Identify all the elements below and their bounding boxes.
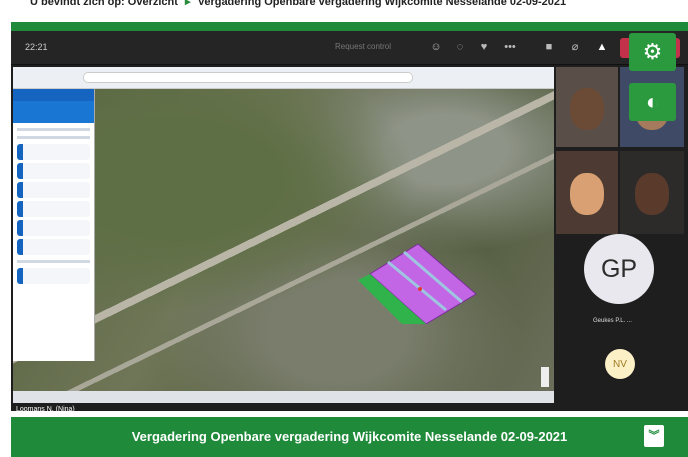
map-zoom-control [541, 367, 549, 387]
gis-panel-step [17, 163, 90, 179]
address-bar [83, 72, 413, 83]
request-control-button[interactable]: Request control [335, 42, 391, 51]
gis-panel-tabs [13, 101, 94, 123]
mic-off-icon[interactable]: ⌀ [568, 40, 582, 54]
avatar-nv: NV [605, 349, 635, 379]
settings-button[interactable]: ⚙ [629, 33, 676, 71]
gis-panel-step [17, 182, 90, 198]
parcel-overlay [358, 244, 477, 324]
participant-video-3 [556, 151, 618, 234]
windows-taskbar [13, 391, 554, 403]
participant-video-4 [620, 151, 684, 234]
people-icon[interactable]: ☺ [429, 40, 443, 54]
gis-side-panel [13, 89, 95, 361]
double-chevron-down-icon[interactable]: ︾ [644, 425, 664, 447]
meeting-time: 22:21 [25, 42, 48, 52]
presenter-name: Loomans N. (Nina) [16, 406, 75, 413]
contrast-button[interactable]: ◐ [629, 83, 676, 121]
breadcrumb: U bevindt zich op: Overzicht ▸ Vergaderi… [0, 0, 688, 14]
meeting-title: Vergadering Openbare vergadering Wijkcom… [131, 429, 568, 444]
meeting-title-bar[interactable]: Vergadering Openbare vergadering Wijkcom… [11, 417, 688, 457]
more-options-icon[interactable]: ••• [503, 40, 517, 54]
shared-screen [13, 67, 554, 403]
gis-panel-step [17, 144, 90, 160]
gis-panel-step [17, 239, 90, 255]
participant-face [635, 173, 669, 216]
gear-icon: ⚙ [642, 39, 663, 64]
gis-panel-line [17, 136, 90, 139]
reactions-icon[interactable]: ♥ [477, 40, 491, 54]
chat-icon[interactable]: ◌ [453, 40, 467, 54]
breadcrumb-prefix: U bevindt zich op: [30, 0, 125, 8]
meeting-toolbar: 22:21 Request control ☺ ◌ ♥ ••• ■ ⌀ ▲ [11, 31, 688, 65]
camera-off-icon[interactable]: ■ [542, 40, 556, 54]
teams-meeting-window: 22:21 Request control ☺ ◌ ♥ ••• ■ ⌀ ▲ Lo… [11, 31, 688, 413]
browser-bar [13, 67, 554, 89]
participant-name-gp: Geukes P.L. ... [593, 318, 632, 324]
gis-panel-step [17, 220, 90, 236]
avatar-gp: GP [584, 234, 654, 304]
breadcrumb-home-link[interactable]: Overzicht [128, 0, 178, 8]
gis-panel-step [17, 201, 90, 217]
gis-panel-header [13, 89, 94, 101]
video-frame: 22:21 Request control ☺ ◌ ♥ ••• ■ ⌀ ▲ Lo… [11, 22, 688, 413]
contrast-icon: ◐ [645, 89, 660, 114]
participant-face [570, 87, 604, 130]
participant-video-1 [556, 67, 618, 147]
breadcrumb-current: Vergadering Openbare vergadering Wijkcom… [197, 0, 567, 8]
share-tray-icon[interactable]: ▲ [595, 40, 609, 54]
participant-face [570, 173, 604, 216]
breadcrumb-separator-icon: ▸ [185, 0, 191, 8]
gis-panel-line [17, 260, 90, 263]
gis-panel-line [17, 128, 90, 131]
gis-panel-step [17, 268, 90, 284]
